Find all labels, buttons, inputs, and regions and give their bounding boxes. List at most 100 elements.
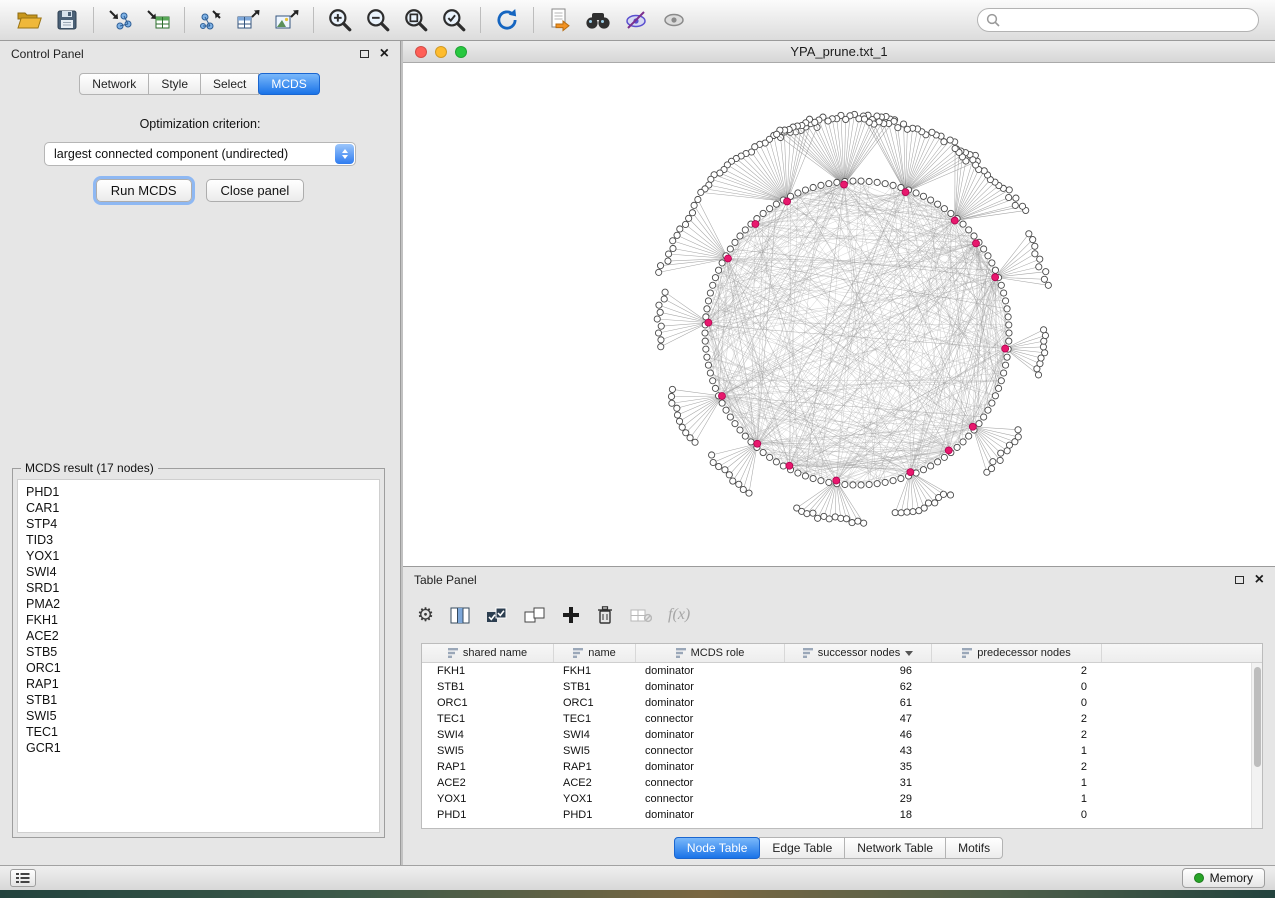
network-graph[interactable] bbox=[403, 63, 1275, 565]
mcds-result-item[interactable]: ACE2 bbox=[18, 628, 379, 644]
window-controls bbox=[415, 46, 467, 58]
table-panel-tab[interactable]: Network Table bbox=[844, 837, 946, 859]
mcds-result-item[interactable]: STB5 bbox=[18, 644, 379, 660]
table-row[interactable]: PHD1 PHD1 dominator 18 0 bbox=[422, 807, 1262, 823]
cell-name: FKH1 bbox=[554, 665, 636, 677]
column-header[interactable]: successor nodes bbox=[785, 644, 932, 662]
mcds-result-item[interactable]: CAR1 bbox=[18, 500, 379, 516]
mcds-result-item[interactable]: TEC1 bbox=[18, 724, 379, 740]
dropdown-stepper-icon[interactable] bbox=[335, 144, 354, 164]
mcds-result-item[interactable]: RAP1 bbox=[18, 676, 379, 692]
memory-button[interactable]: Memory bbox=[1182, 868, 1265, 888]
cell-shared-name: TEC1 bbox=[422, 713, 554, 725]
mcds-result-item[interactable]: SWI5 bbox=[18, 708, 379, 724]
function-builder-button[interactable]: f(x) bbox=[668, 606, 690, 624]
table-row[interactable]: ACE2 ACE2 connector 31 1 bbox=[422, 775, 1262, 791]
cell-predecessor-nodes: 0 bbox=[932, 697, 1102, 709]
zoom-fit-button[interactable] bbox=[397, 4, 435, 36]
column-header-label: predecessor nodes bbox=[977, 647, 1071, 659]
table-scrollbar[interactable] bbox=[1251, 663, 1262, 828]
cell-shared-name: STB1 bbox=[422, 681, 554, 693]
table-panel-tab[interactable]: Motifs bbox=[945, 837, 1003, 859]
cell-successor-nodes: 43 bbox=[785, 745, 932, 757]
criterion-dropdown[interactable]: largest connected component (undirected) bbox=[44, 142, 356, 166]
table-row[interactable]: FKH1 FKH1 dominator 96 2 bbox=[422, 663, 1262, 679]
open-file-button[interactable] bbox=[10, 4, 48, 36]
mcds-result-item[interactable]: PMA2 bbox=[18, 596, 379, 612]
show-hide-button[interactable] bbox=[655, 4, 693, 36]
export-table-button[interactable] bbox=[230, 4, 268, 36]
table-row[interactable]: RAP1 RAP1 dominator 35 2 bbox=[422, 759, 1262, 775]
scrollbar-thumb[interactable] bbox=[1254, 667, 1261, 767]
graphics-details-button[interactable] bbox=[617, 4, 655, 36]
select-all-button[interactable] bbox=[486, 607, 508, 624]
mcds-result-item[interactable]: STB1 bbox=[18, 692, 379, 708]
refresh-button[interactable] bbox=[488, 4, 526, 36]
column-header[interactable]: shared name bbox=[422, 644, 554, 662]
import-network-button[interactable] bbox=[101, 4, 139, 36]
table-row[interactable]: STB1 STB1 dominator 62 0 bbox=[422, 679, 1262, 695]
column-sort-icon bbox=[803, 648, 813, 658]
table-panel-tab[interactable]: Edge Table bbox=[759, 837, 845, 859]
minimize-window-button[interactable] bbox=[435, 46, 447, 58]
delete-button[interactable] bbox=[596, 605, 614, 625]
mcds-result-item[interactable]: SWI4 bbox=[18, 564, 379, 580]
mcds-result-item[interactable]: YOX1 bbox=[18, 548, 379, 564]
zoom-out-button[interactable] bbox=[359, 4, 397, 36]
export-image-button[interactable] bbox=[268, 4, 306, 36]
cell-name: TEC1 bbox=[554, 713, 636, 725]
network-window-titlebar[interactable]: YPA_prune.txt_1 bbox=[403, 41, 1275, 63]
float-window-button[interactable] bbox=[360, 50, 369, 58]
maximize-window-button[interactable] bbox=[455, 46, 467, 58]
column-header[interactable]: MCDS role bbox=[636, 644, 785, 662]
zoom-in-button[interactable] bbox=[321, 4, 359, 36]
find-button[interactable] bbox=[579, 4, 617, 36]
panel-chooser-button[interactable] bbox=[10, 869, 36, 887]
mcds-result-item[interactable]: TID3 bbox=[18, 532, 379, 548]
cell-name: RAP1 bbox=[554, 761, 636, 773]
save-session-button[interactable] bbox=[48, 4, 86, 36]
table-row[interactable]: TEC1 TEC1 connector 47 2 bbox=[422, 711, 1262, 727]
cell-mcds-role: dominator bbox=[636, 729, 785, 741]
show-column-button[interactable] bbox=[450, 607, 470, 624]
close-panel-button[interactable]: × bbox=[380, 48, 389, 60]
mcds-result-item[interactable]: FKH1 bbox=[18, 612, 379, 628]
table-row[interactable]: SWI4 SWI4 dominator 46 2 bbox=[422, 727, 1262, 743]
toolbar-separator bbox=[480, 7, 481, 33]
memory-label: Memory bbox=[1210, 871, 1253, 885]
close-table-panel-button[interactable]: × bbox=[1255, 574, 1264, 586]
cell-successor-nodes: 61 bbox=[785, 697, 932, 709]
delete-column-button-disabled[interactable] bbox=[630, 608, 652, 623]
column-header[interactable]: name bbox=[554, 644, 636, 662]
table-row[interactable]: ORC1 ORC1 dominator 61 0 bbox=[422, 695, 1262, 711]
network-canvas[interactable] bbox=[403, 63, 1275, 566]
search-field[interactable] bbox=[977, 8, 1259, 32]
mcds-result-item[interactable]: STP4 bbox=[18, 516, 379, 532]
trash-icon bbox=[596, 605, 614, 625]
control-panel-tab[interactable]: MCDS bbox=[258, 73, 319, 95]
export-network-button[interactable] bbox=[192, 4, 230, 36]
import-table-button[interactable] bbox=[139, 4, 177, 36]
table-row[interactable]: YOX1 YOX1 connector 29 1 bbox=[422, 791, 1262, 807]
close-panel-action-button[interactable]: Close panel bbox=[206, 179, 305, 202]
column-header-label: name bbox=[588, 647, 616, 659]
close-window-button[interactable] bbox=[415, 46, 427, 58]
mcds-result-item[interactable]: PHD1 bbox=[18, 484, 379, 500]
column-header[interactable]: predecessor nodes bbox=[932, 644, 1102, 662]
control-panel-tab[interactable]: Select bbox=[200, 73, 259, 95]
add-row-button[interactable] bbox=[562, 606, 580, 624]
mcds-result-item[interactable]: SRD1 bbox=[18, 580, 379, 596]
table-settings-button[interactable]: ⚙ bbox=[417, 606, 434, 625]
mcds-result-item[interactable]: GCR1 bbox=[18, 740, 379, 756]
export-document-button[interactable] bbox=[541, 4, 579, 36]
control-panel-tab[interactable]: Style bbox=[148, 73, 201, 95]
run-mcds-button[interactable]: Run MCDS bbox=[96, 179, 192, 202]
table-row[interactable]: SWI5 SWI5 connector 43 1 bbox=[422, 743, 1262, 759]
search-input[interactable] bbox=[1005, 12, 1250, 28]
control-panel-tab[interactable]: Network bbox=[79, 73, 149, 95]
table-panel-tab[interactable]: Node Table bbox=[674, 837, 761, 859]
mcds-result-item[interactable]: ORC1 bbox=[18, 660, 379, 676]
deselect-all-button[interactable] bbox=[524, 607, 546, 624]
float-table-panel-button[interactable] bbox=[1235, 576, 1244, 584]
zoom-selected-button[interactable] bbox=[435, 4, 473, 36]
